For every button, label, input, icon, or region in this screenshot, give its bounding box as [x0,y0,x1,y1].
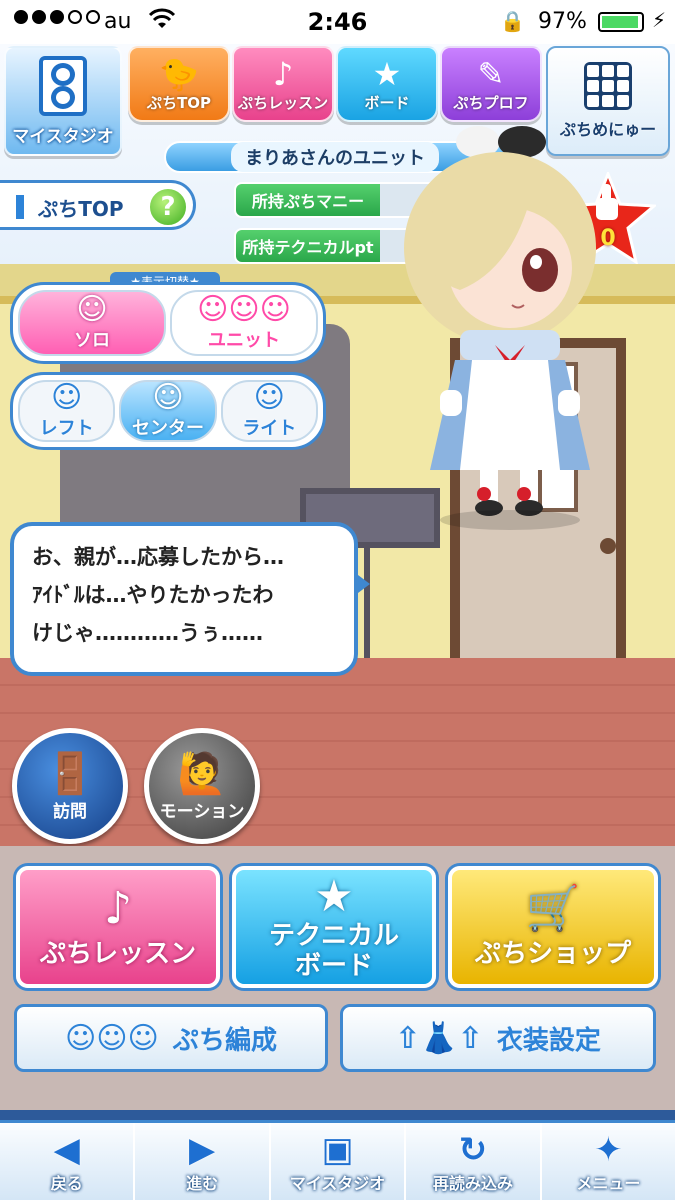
petit-formation-button[interactable]: ☺☺☺ ぷち編成 [14,1004,328,1072]
my-studio-tab[interactable]: ▣ マイスタジオ [270,1123,407,1200]
stat-label: 所持テクニカルpt [236,230,380,262]
speech-bubble-tail [354,572,370,596]
motion-button[interactable]: 🙋 モーション [144,728,260,844]
reload-tab[interactable]: ↻ 再読み込み [406,1123,542,1200]
mode-toggle-group: ☺ ソロ ☺☺☺ ユニット [10,282,326,364]
tab-label: 戻る [50,1173,83,1193]
person-icon: ☺ [76,292,108,327]
music-note-icon: ♪ [272,54,294,93]
tile-label: ぷちショップ [474,938,632,969]
speech-line: お、親が…応募したから… [32,545,284,569]
person-icon: ☺ [253,380,285,415]
petit-shop-tile[interactable]: 🛒 ぷちショップ [448,866,658,988]
tab-label: メニュー [576,1173,641,1193]
right-toggle[interactable]: ☺ ライト [220,380,318,442]
toggle-label: レフト [39,418,94,439]
left-toggle[interactable]: ☺ レフト [18,380,116,442]
visit-button[interactable]: 🚪 訪問 [12,728,128,844]
button-label: ぷち編成 [172,1025,278,1056]
speech-line: ｱｲﾄﾞﾙは…やりたかったわ [32,583,274,607]
speaker-icon: ▣ [321,1129,354,1170]
battery-icon [598,12,644,32]
waving-person-icon: 🙋 [177,750,227,797]
bottom-tab-bar: ◀ 戻る ▶ 進む ▣ マイスタジオ ↻ 再読み込み ✦ メニュー [0,1120,675,1200]
rotation-lock-icon: 🔒 [500,9,525,33]
forward-arrow-icon: ▶ [189,1129,216,1170]
toggle-label: ライト [242,418,297,439]
help-button[interactable]: ? [148,187,188,227]
star-icon: ★ [372,54,402,93]
tab-label: 再読み込み [432,1173,513,1193]
visit-label: 訪問 [53,801,87,822]
button-label: 衣装設定 [496,1025,601,1056]
back-tab[interactable]: ◀ 戻る [0,1123,136,1200]
group-icon: ☺☺☺ [197,292,291,327]
position-toggle-group: ☺ レフト ☺ センター ☺ ライト [10,372,326,450]
menu-tab[interactable]: ✦ メニュー [541,1123,675,1200]
nav-label: マイスタジオ [12,126,114,147]
shopping-cart-icon: 🛒 [525,882,581,934]
idol-character[interactable] [400,120,610,540]
grid-icon [584,62,632,110]
page-title: ぷちTOP [38,197,124,221]
tile-label-line2: ボード [294,951,373,981]
star-icon: ★ [314,871,354,922]
nav-label: ぷちレッスン [237,93,329,112]
status-bar: au 2:46 🔒 97% ⚡ [0,0,675,44]
reload-icon: ↻ [458,1129,488,1170]
nav-label: ボード [364,93,410,112]
motion-label: モーション [159,801,245,822]
person-icon: ☺ [51,380,83,415]
profile-card-icon: ✎ [477,54,505,93]
center-toggle[interactable]: ☺ センター [119,380,217,442]
stat-label: 所持ぷちマニー [236,184,380,216]
dress-icon: ⇧👗⇧ [395,1020,483,1056]
group-icon: ☺☺☺ [64,1020,159,1056]
toggle-label: センター [131,418,204,439]
technical-board-tile[interactable]: ★ テクニカル ボード [232,866,436,988]
tile-label-line1: テクニカル [268,921,399,951]
unit-toggle[interactable]: ☺☺☺ ユニット [170,290,318,356]
bird-icon: 🐤 [159,54,199,93]
tab-label: 進む [186,1173,219,1193]
petit-lesson-tile[interactable]: ♪ ぷちレッスン [16,866,220,988]
nav-label: ぷちプロフ [453,93,529,112]
speech-line: けじゃ…………うぅ…… [32,621,263,645]
costume-settings-button[interactable]: ⇧👗⇧ 衣装設定 [340,1004,656,1072]
logo-icon: ✦ [594,1129,623,1170]
tile-label: ぷちレッスン [39,938,197,969]
music-note-icon: ♪ [103,882,133,934]
page-badge: ぷちTOP ? [0,180,196,230]
toggle-label: ソロ [74,330,110,351]
forward-tab[interactable]: ▶ 進む [135,1123,271,1200]
nav-petit-profile-button[interactable]: ✎ ぷちプロフ [440,46,542,122]
back-arrow-icon: ◀ [53,1129,80,1170]
solo-toggle[interactable]: ☺ ソロ [18,290,166,356]
toggle-label: ユニット [208,330,280,351]
nav-petit-top-button[interactable]: 🐤 ぷちTOP [128,46,230,122]
speech-bubble: お、親が…応募したから… ｱｲﾄﾞﾙは…やりたかったわ けじゃ…………うぅ…… [10,522,358,676]
charging-icon: ⚡ [652,8,667,32]
nav-petit-lesson-button[interactable]: ♪ ぷちレッスン [232,46,334,122]
nav-label: ぷちTOP [146,93,212,112]
nav-board-button[interactable]: ★ ボード [336,46,438,122]
door-walk-icon: 🚪 [45,750,95,797]
nav-my-studio-button[interactable]: マイスタジオ [4,46,122,156]
speaker-icon [39,55,87,116]
person-icon: ☺ [152,380,184,415]
battery-percent: 97% [538,9,587,34]
tab-label: マイスタジオ [289,1173,386,1193]
